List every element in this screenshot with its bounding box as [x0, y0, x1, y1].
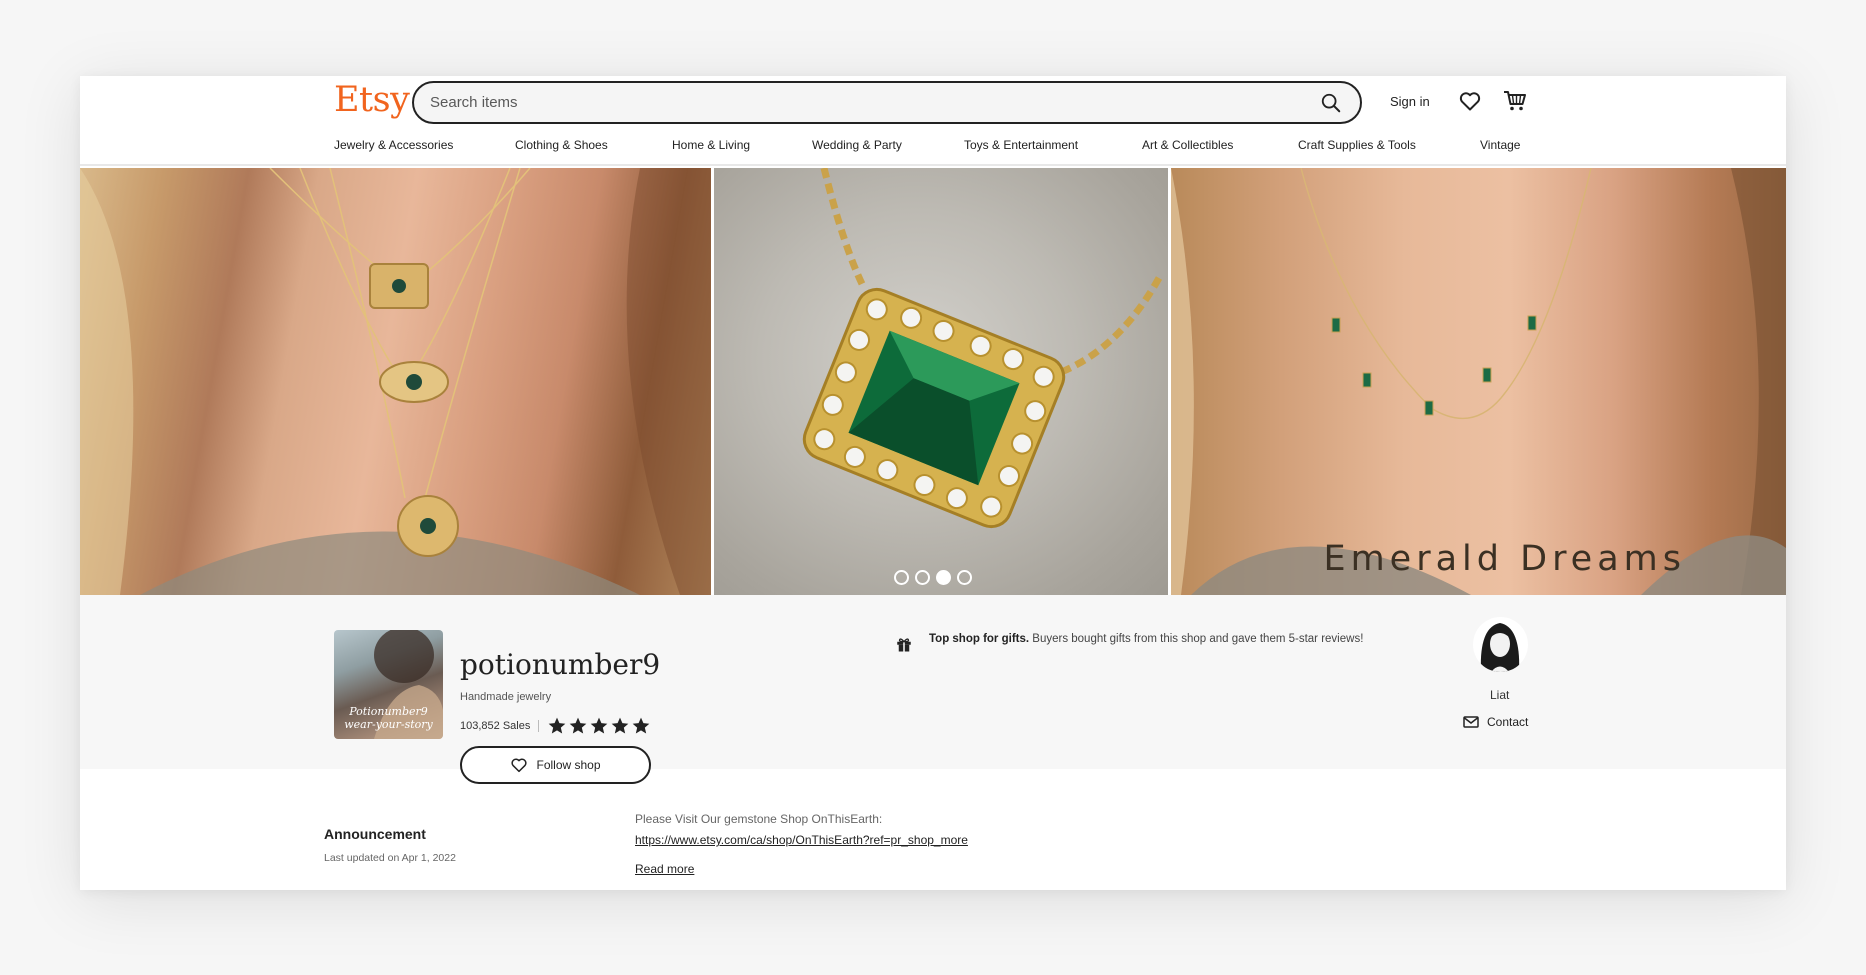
shop-stats: 103,852 Sales — [460, 716, 651, 736]
owner-name: Liat — [1490, 688, 1510, 702]
contact-label: Contact — [1487, 715, 1529, 729]
browser-page: Etsy Sign in Jewelry & Accessories Cloth… — [80, 76, 1786, 890]
search-bar — [412, 81, 1362, 124]
heart-icon[interactable] — [1458, 89, 1482, 113]
announcement-link[interactable]: https://www.etsy.com/ca/shop/OnThisEarth… — [635, 833, 968, 847]
etsy-logo[interactable]: Etsy — [334, 80, 410, 120]
banner-image-emerald-necklace: Emerald Dreams — [1171, 168, 1786, 595]
announcement-text: Please Visit Our gemstone Shop OnThisEar… — [635, 812, 883, 826]
announcement-title: Announcement — [324, 826, 426, 842]
owner-avatar[interactable] — [1473, 617, 1528, 672]
star-rating[interactable] — [547, 716, 651, 736]
carousel-dot-2[interactable] — [915, 570, 930, 585]
carousel-dot-4[interactable] — [957, 570, 972, 585]
nav-item-jewelry-accessories[interactable]: Jewelry & Accessories — [334, 138, 453, 152]
nav-item-toys-entertainment[interactable]: Toys & Entertainment — [964, 138, 1078, 152]
shopping-cart-icon[interactable] — [1502, 88, 1528, 114]
nav-item-wedding-party[interactable]: Wedding & Party — [812, 138, 902, 152]
announcement-date: Last updated on Apr 1, 2022 — [324, 852, 456, 864]
gift-icon — [897, 638, 911, 652]
nav-item-home-living[interactable]: Home & Living — [672, 138, 750, 152]
banner-caption: Emerald Dreams — [1323, 539, 1686, 579]
star-icon — [570, 717, 587, 734]
top-shop-description: Buyers bought gifts from this shop and g… — [1032, 633, 1364, 645]
shop-logo-image[interactable]: Potionumber9 wear-your-story — [334, 630, 443, 739]
carousel-dot-1[interactable] — [894, 570, 909, 585]
nav-item-vintage[interactable]: Vintage — [1480, 138, 1520, 152]
category-nav: Jewelry & Accessories Clothing & Shoes H… — [334, 138, 1534, 158]
star-icon — [549, 717, 566, 734]
banner-image-emerald-pendant — [714, 168, 1168, 595]
top-shop-badge: Top shop for gifts. Buyers bought gifts … — [895, 631, 1365, 653]
star-icon — [591, 717, 608, 734]
star-icon — [612, 717, 629, 734]
site-header: Etsy Sign in Jewelry & Accessories Cloth… — [80, 76, 1786, 166]
heart-icon — [511, 758, 528, 773]
search-input[interactable] — [430, 87, 1290, 118]
follow-shop-button[interactable]: Follow shop — [460, 746, 651, 784]
sign-in-link[interactable]: Sign in — [1390, 94, 1430, 109]
nav-item-art-collectibles[interactable]: Art & Collectibles — [1142, 138, 1233, 152]
carousel-dots — [894, 570, 972, 585]
follow-shop-label: Follow shop — [536, 758, 601, 772]
shop-tagline: Handmade jewelry — [460, 691, 552, 703]
sales-count: 103,852 Sales — [460, 720, 531, 732]
shop-logo-text: Potionumber9 wear-your-story — [344, 705, 433, 731]
shop-info-section: Potionumber9 wear-your-story potionumber… — [80, 595, 1786, 784]
top-shop-text: Top shop for gifts. Buyers bought gifts … — [929, 631, 1363, 653]
search-icon[interactable] — [1320, 92, 1342, 114]
carousel-dot-3[interactable] — [936, 570, 951, 585]
top-shop-title: Top shop for gifts. — [929, 633, 1030, 645]
shop-banner: Emerald Dreams — [80, 168, 1786, 595]
banner-image-layered-necklaces — [80, 168, 711, 595]
contact-button[interactable]: Contact — [1463, 715, 1528, 729]
shop-name: potionumber9 — [460, 648, 661, 681]
nav-item-clothing-shoes[interactable]: Clothing & Shoes — [515, 138, 608, 152]
star-icon — [633, 717, 650, 734]
nav-item-craft-supplies-tools[interactable]: Craft Supplies & Tools — [1298, 138, 1416, 152]
mail-icon — [1463, 716, 1479, 728]
divider — [538, 720, 540, 732]
read-more-link[interactable]: Read more — [635, 862, 694, 876]
